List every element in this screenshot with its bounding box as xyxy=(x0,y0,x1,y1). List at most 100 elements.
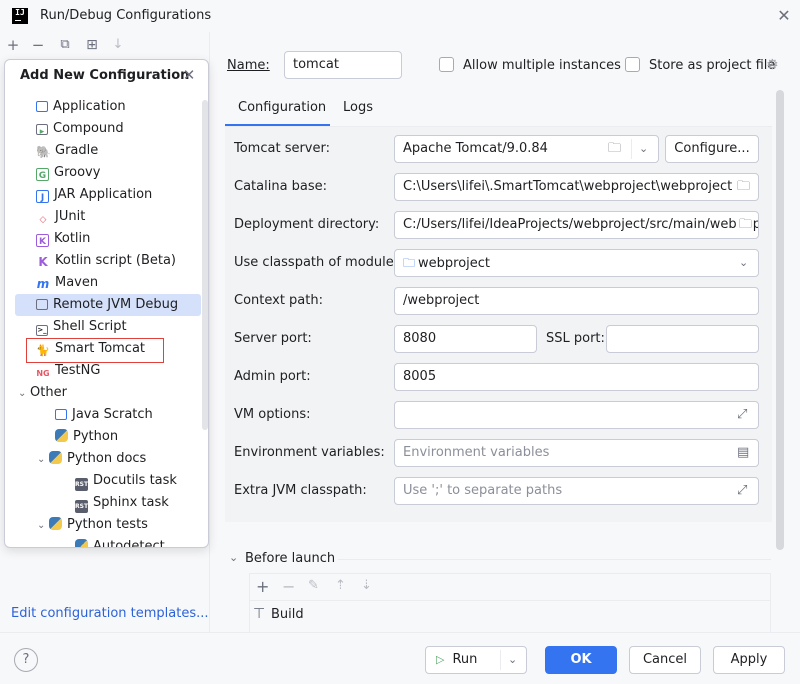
server-port-label: Server port: xyxy=(234,331,312,346)
catalina-base-label: Catalina base: xyxy=(234,179,328,194)
classpath-module-select[interactable]: 🗀 webproject ⌄ xyxy=(394,249,759,277)
before-launch-task-list: ⊤ Build xyxy=(249,601,771,633)
add-new-configuration-popup: Add New Configuration ✕ Application ▸ Com… xyxy=(4,59,209,548)
folder-icon[interactable]: 🗀 xyxy=(608,136,621,162)
move-up-icon[interactable]: ⇡ xyxy=(335,578,346,593)
jar-icon: J xyxy=(36,190,49,203)
java-scratch-icon xyxy=(55,409,67,420)
sort-icon[interactable]: ↓ xyxy=(108,36,128,54)
config-type-jar-application[interactable]: J JAR Application xyxy=(5,184,201,206)
config-type-testng[interactable]: NG TestNG xyxy=(5,360,201,382)
apply-button[interactable]: Apply xyxy=(713,646,785,674)
vm-options-label: VM options: xyxy=(234,407,311,422)
config-type-maven[interactable]: m Maven xyxy=(5,272,201,294)
chevron-down-icon[interactable]: ⌄ xyxy=(739,250,748,276)
config-type-kotlin[interactable]: K Kotlin xyxy=(5,228,201,250)
chevron-down-icon[interactable]: ⌄ xyxy=(37,449,49,471)
chevron-down-icon[interactable]: ⌄ xyxy=(37,515,49,537)
config-type-sphinx-task[interactable]: RST Sphinx task xyxy=(5,492,201,514)
kotlin-script-icon: K xyxy=(38,255,48,269)
expand-icon[interactable]: ⤢ xyxy=(737,478,747,504)
config-type-shell-script[interactable]: >_ Shell Script xyxy=(5,316,201,338)
name-input[interactable]: tomcat xyxy=(284,51,402,79)
config-type-remote-jvm-debug[interactable]: Remote JVM Debug xyxy=(15,294,201,316)
tree-group-python-docs[interactable]: ⌄ Python docs xyxy=(5,448,201,470)
chevron-down-icon[interactable]: ⌄ xyxy=(639,136,648,162)
store-project-label[interactable]: Store as project file xyxy=(649,58,775,73)
copy-configuration-icon[interactable]: ⧉ xyxy=(55,36,75,54)
popup-title: Add New Configuration xyxy=(20,68,190,83)
build-task[interactable]: Build xyxy=(271,607,304,622)
chevron-down-icon[interactable]: ⌄ xyxy=(508,647,517,673)
allow-multiple-checkbox[interactable] xyxy=(439,57,454,72)
rst-icon: RST xyxy=(75,478,88,491)
python-tests-icon xyxy=(49,517,62,530)
name-label: Name: xyxy=(227,58,270,73)
extra-jvm-classpath-label: Extra JVM classpath: xyxy=(234,483,367,498)
vm-options-input[interactable]: ⤢ xyxy=(394,401,759,429)
ok-button[interactable]: OK xyxy=(545,646,617,674)
ssl-port-input[interactable] xyxy=(606,325,759,353)
popup-scrollbar[interactable] xyxy=(202,100,208,430)
config-type-python[interactable]: Python xyxy=(5,426,201,448)
config-type-docutils-task[interactable]: RST Docutils task xyxy=(5,470,201,492)
close-window-icon[interactable]: ✕ xyxy=(774,6,794,26)
edit-configuration-templates-link[interactable]: Edit configuration templates... xyxy=(11,606,209,621)
tomcat-server-label: Tomcat server: xyxy=(234,141,330,156)
config-type-groovy[interactable]: G Groovy xyxy=(5,162,201,184)
config-type-junit[interactable]: ◇ JUnit xyxy=(5,206,201,228)
popup-close-icon[interactable]: ✕ xyxy=(181,67,197,83)
config-type-compound[interactable]: ▸ Compound xyxy=(5,118,201,140)
remove-task-icon[interactable]: − xyxy=(282,577,295,596)
pane-divider[interactable] xyxy=(209,32,210,632)
context-path-input[interactable]: /webproject xyxy=(394,287,759,315)
run-button[interactable]: ▷ Run ⌄ xyxy=(425,646,527,674)
allow-multiple-label[interactable]: Allow multiple instances xyxy=(463,58,621,73)
chevron-down-icon[interactable]: ⌄ xyxy=(229,551,238,564)
compound-icon: ▸ xyxy=(36,124,48,137)
python-icon xyxy=(55,429,68,442)
expand-icon[interactable]: ⤢ xyxy=(737,402,747,428)
configure-button[interactable]: Configure... xyxy=(665,135,759,163)
server-port-input[interactable]: 8080 xyxy=(394,325,537,353)
testng-icon: NG xyxy=(36,369,50,378)
catalina-base-input[interactable]: C:\Users\lifei\.SmartTomcat\webproject\w… xyxy=(394,173,759,201)
configuration-type-list: Application ▸ Compound 🐘 Gradle G Groovy JJ… xyxy=(5,96,201,547)
folder-icon[interactable]: 🗀 xyxy=(737,174,750,200)
help-button[interactable]: ? xyxy=(14,648,38,672)
groovy-icon: G xyxy=(36,168,49,181)
environment-variables-input[interactable]: Environment variables ▤ xyxy=(394,439,759,467)
config-type-java-scratch[interactable]: Java Scratch xyxy=(5,404,201,426)
remove-configuration-icon[interactable]: − xyxy=(28,36,48,54)
new-folder-icon[interactable]: ⊞ xyxy=(82,36,102,54)
tomcat-server-select[interactable]: Apache Tomcat/9.0.84 🗀 ⌄ xyxy=(394,135,659,163)
move-down-icon[interactable]: ⇣ xyxy=(361,578,372,593)
deployment-directory-input[interactable]: C:/Users/lifei/IdeaProjects/webproject/s… xyxy=(394,211,759,239)
edit-list-icon[interactable]: ▤ xyxy=(737,440,749,466)
add-configuration-icon[interactable]: + xyxy=(3,36,23,54)
config-type-kotlin-script[interactable]: K Kotlin script (Beta) xyxy=(5,250,201,272)
tree-group-other[interactable]: ⌄ Other xyxy=(5,382,201,404)
add-task-icon[interactable]: + xyxy=(256,577,269,596)
before-launch-label[interactable]: Before launch xyxy=(245,551,335,566)
extra-jvm-classpath-input[interactable]: Use ';' to separate paths ⤢ xyxy=(394,477,759,505)
tree-group-python-tests[interactable]: ⌄ Python tests xyxy=(5,514,201,536)
cancel-button[interactable]: Cancel xyxy=(629,646,701,674)
config-type-autodetect[interactable]: Autodetect xyxy=(5,536,201,547)
chevron-down-icon[interactable]: ⌄ xyxy=(18,383,30,405)
edit-task-icon[interactable]: ✎ xyxy=(308,578,319,593)
tab-configuration[interactable]: Configuration xyxy=(238,100,326,115)
window-title: Run/Debug Configurations xyxy=(40,8,212,23)
folder-icon[interactable]: 🗀 xyxy=(737,212,753,238)
admin-port-label: Admin port: xyxy=(234,369,311,384)
config-type-application[interactable]: Application xyxy=(5,96,201,118)
admin-port-input[interactable]: 8005 xyxy=(394,363,759,391)
smart-tomcat-highlight-box xyxy=(26,338,164,363)
config-type-gradle[interactable]: 🐘 Gradle xyxy=(5,140,201,162)
right-scrollbar[interactable] xyxy=(776,90,784,550)
application-icon xyxy=(36,101,48,112)
run-icon: ▷ xyxy=(436,653,445,666)
store-project-checkbox[interactable] xyxy=(625,57,640,72)
tab-logs[interactable]: Logs xyxy=(343,100,373,115)
gear-icon[interactable]: ⚙ xyxy=(766,57,779,73)
